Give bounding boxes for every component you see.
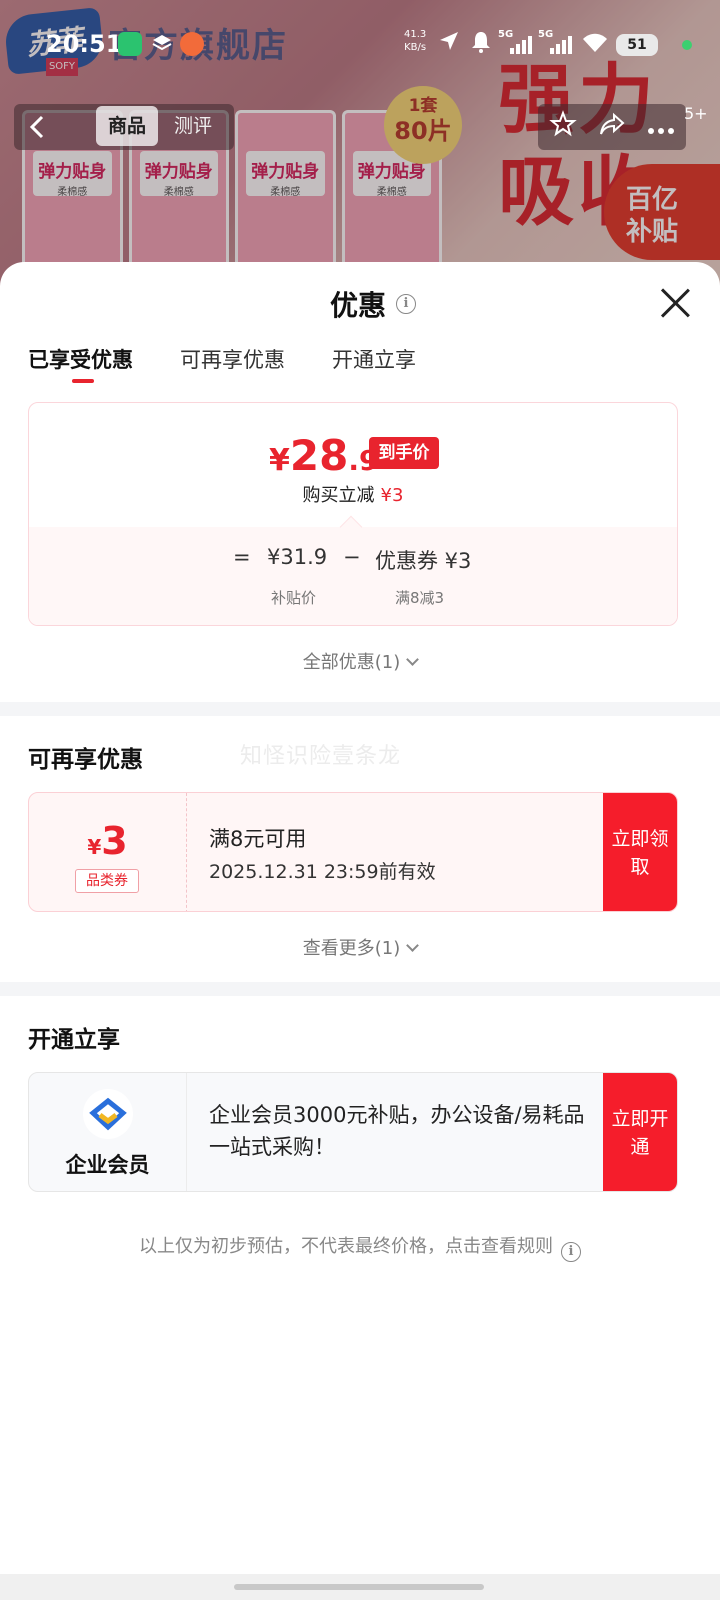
close-button[interactable] — [658, 284, 692, 318]
status-dot — [682, 40, 692, 50]
coupon-value-area: ¥3 品类券 — [29, 793, 187, 911]
final-price-card: ¥28.9 到手价 购买立减 ¥3 = ¥31.9 − 优惠券 ¥3 补贴价 满8… — [28, 402, 678, 626]
enterprise-member-card: 企业会员 企业会员3000元补贴，办公设备/易耗品一站式采购！ 立即开通 — [28, 1072, 678, 1192]
all-offers-toggle[interactable]: 全部优惠(1) — [0, 648, 720, 674]
all-offers-label: 全部优惠(1) — [302, 652, 401, 673]
message-count-badge: 5+ — [684, 104, 708, 123]
network-speed-value: 41.3 — [404, 29, 427, 40]
coupon-validity: 2025.12.31 23:59前有效 — [209, 861, 436, 883]
signal-icon — [510, 36, 532, 54]
section-divider — [0, 982, 720, 996]
tab-goods[interactable]: 商品 — [96, 106, 158, 146]
price-breakdown: = ¥31.9 − 优惠券 ¥3 补贴价 满8减3 — [29, 527, 677, 625]
coupon-condition: 满8元可用 — [209, 827, 307, 851]
section-title-additional: 可再享优惠 — [28, 747, 143, 773]
battery-indicator: 51 — [616, 34, 658, 56]
offers-bottom-sheet: 优惠 i 已享受优惠 可再享优惠 开通立享 ¥28.9 到手价 购买立减 ¥3 =… — [0, 262, 720, 1600]
home-indicator[interactable] — [234, 1584, 484, 1590]
product-page-background: 苏菲 SOFY 官方旗舰店 弹力贴身柔棉感 弹力贴身柔棉感 弹力贴身柔棉感 弹力… — [0, 0, 720, 300]
back-button[interactable] — [14, 104, 60, 150]
tab-additional-offers[interactable]: 可再享优惠 — [180, 344, 285, 374]
app-notification-icon — [118, 32, 142, 56]
price-disclaimer[interactable]: 以上仅为初步预估，不代表最终价格，点击查看规则 i — [0, 1232, 720, 1262]
section-divider — [0, 702, 720, 716]
info-icon[interactable]: i — [396, 294, 417, 314]
member-label: 企业会员 — [65, 1153, 150, 1177]
chevron-down-icon — [406, 939, 420, 952]
app-notification-icon — [180, 32, 204, 56]
location-icon — [438, 30, 460, 56]
signal-icon — [550, 36, 572, 54]
section-title-open: 开通立享 — [28, 1027, 120, 1053]
currency-symbol: ¥ — [269, 443, 290, 478]
coupon-type-badge: 品类券 — [75, 869, 139, 893]
clock: 20:51 — [46, 30, 123, 58]
coupon-amount: ¥3 — [29, 819, 186, 863]
subsidy-price-label: 补贴价 — [271, 589, 317, 607]
nav-actions — [538, 104, 686, 150]
coupon-rule: 满8减3 — [395, 589, 445, 607]
network-speed: 41.3 KB/s — [404, 28, 426, 54]
price-summary: ¥28.9 到手价 购买立减 ¥3 — [29, 403, 677, 527]
enterprise-member-logo-icon — [83, 1089, 133, 1139]
equals-sign: = — [233, 545, 251, 569]
price-integer: 28 — [289, 431, 349, 480]
tab-review[interactable]: 测评 — [174, 106, 212, 146]
member-logo-area: 企业会员 — [29, 1073, 187, 1191]
see-more-toggle[interactable]: 查看更多(1) — [0, 934, 720, 960]
tab-enjoyed-offers[interactable]: 已享受优惠 — [28, 344, 133, 374]
disclaimer-text: 以上仅为初步预估，不代表最终价格，点击查看规则 — [139, 1236, 553, 1257]
bell-icon — [470, 30, 492, 58]
final-price: ¥28.9 — [269, 431, 378, 480]
instant-discount-label: 购买立减 — [302, 485, 375, 506]
instant-discount-line: 购买立减 ¥3 — [29, 481, 677, 507]
see-more-label: 查看更多(1) — [302, 938, 401, 959]
tab-open-offers[interactable]: 开通立享 — [332, 344, 416, 374]
instant-discount-value: ¥3 — [380, 485, 404, 506]
more-options-icon[interactable] — [647, 113, 675, 141]
active-tab-indicator — [72, 379, 94, 383]
final-price-tag: 到手价 — [369, 437, 439, 469]
share-icon[interactable] — [598, 110, 626, 144]
favorite-star-icon[interactable] — [548, 110, 577, 144]
sheet-title: 优惠 — [330, 289, 387, 322]
minus-sign: − — [343, 545, 361, 569]
watermark: 知怪识险壹条龙 — [240, 744, 402, 769]
coupon-card: ¥3 品类券 满8元可用 2025.12.31 23:59前有效 立即领取 — [28, 792, 678, 912]
wifi-icon — [582, 32, 608, 58]
layers-icon — [150, 32, 174, 56]
coupon-currency: ¥ — [87, 835, 102, 859]
info-icon: i — [561, 1242, 581, 1262]
coupon-amount-value: 3 — [101, 819, 128, 863]
chevron-down-icon — [406, 653, 420, 666]
member-description: 企业会员3000元补贴，办公设备/易耗品一站式采购！ — [209, 1103, 585, 1159]
claim-coupon-button[interactable]: 立即领取 — [603, 793, 677, 911]
sheet-title-group: 优惠 i — [330, 284, 417, 324]
network-speed-unit: KB/s — [404, 42, 427, 53]
open-membership-button[interactable]: 立即开通 — [603, 1073, 677, 1191]
status-bar: 20:51 41.3 KB/s 5G 5G 51 — [0, 20, 720, 68]
chevron-left-icon — [29, 115, 44, 139]
coupon-deduction: 优惠券 ¥3 — [375, 549, 472, 573]
subsidy-price: ¥31.9 — [267, 545, 328, 569]
